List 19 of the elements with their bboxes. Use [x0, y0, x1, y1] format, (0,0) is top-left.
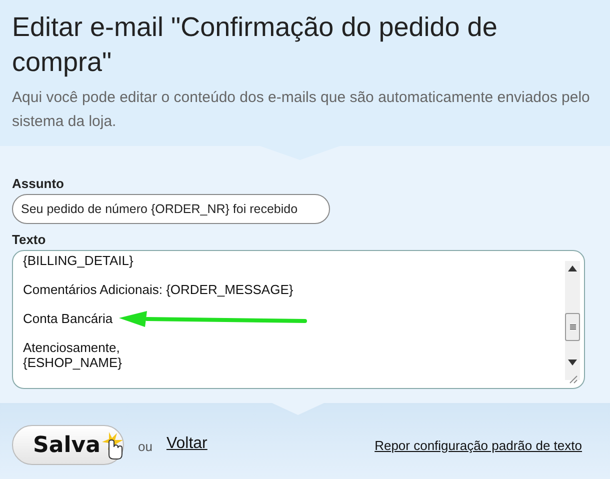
- page-description: Aqui você pode editar o conteúdo dos e-mails que são automaticamente enviados pelo sistema da loja.: [12, 88, 591, 132]
- subject-field[interactable]: Seu pedido de número {ORDER_NR} foi recebido: [12, 194, 330, 224]
- subject-label: Assunto: [12, 176, 65, 191]
- body-text-line: {ESHOP_NAME}: [23, 355, 122, 370]
- scrollbar-thumb[interactable]: [565, 313, 580, 341]
- reset-link[interactable]: Repor configuração padrão de texto: [374, 438, 582, 452]
- save-button[interactable]: Salva: [12, 425, 124, 465]
- separator-text: ou: [138, 438, 152, 454]
- grip-icon: [568, 323, 576, 331]
- body-text-area[interactable]: {BILLING_DETAIL} Comentários Adicionais: {ORDER_MESSAGE} Conta Bancária Atenciosamente, {ESHOP_NAME}: [12, 250, 585, 389]
- scrollbar[interactable]: [565, 261, 580, 380]
- back-link[interactable]: Voltar: [166, 435, 208, 453]
- body-text-line: {BILLING_DETAIL}: [23, 253, 134, 268]
- body-label: Texto: [12, 232, 47, 247]
- resize-grip-icon[interactable]: [568, 374, 578, 384]
- body-text-line: Conta Bancária: [23, 311, 113, 326]
- body-text-line: Comentários Adicionais: {ORDER_MESSAGE}: [23, 282, 294, 297]
- body-text-line: Atenciosamente,: [23, 340, 120, 355]
- page-title: Editar e-mail "Confirmação do pedido de compra": [12, 11, 498, 79]
